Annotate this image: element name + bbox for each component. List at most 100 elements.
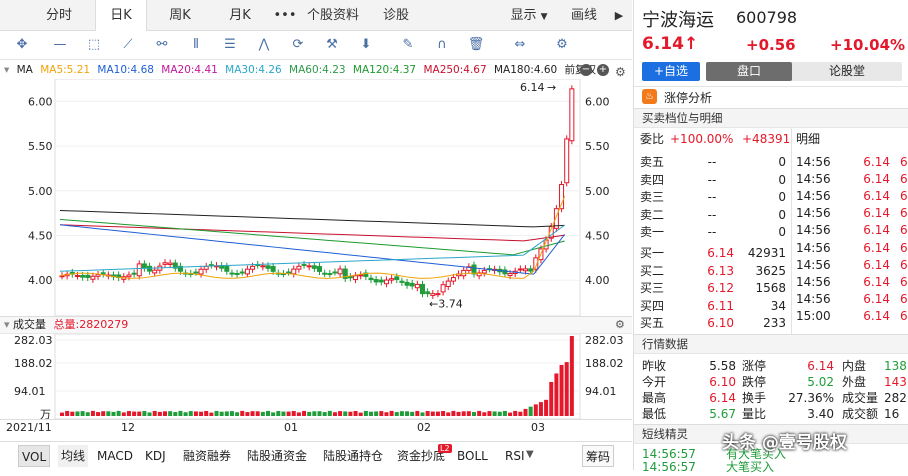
chevron-down-icon[interactable]: ▼ <box>526 449 534 460</box>
short-time: 14:56:57 <box>642 460 696 474</box>
vol-tick-right: 282.03 <box>585 334 624 347</box>
quote-value: 16 <box>884 407 900 421</box>
channel-tool-icon[interactable]: ☰ <box>220 36 240 54</box>
cycle-tool-icon[interactable]: ⟳ <box>288 36 308 54</box>
legend-triangle-icon[interactable]: ▾ <box>4 64 9 76</box>
pen-icon[interactable]: ✎ <box>398 36 418 54</box>
volume-bar <box>461 411 466 416</box>
tab-kdj[interactable]: KDJ <box>142 445 169 467</box>
volume-bar <box>199 411 204 416</box>
tick-price: 6.14 <box>863 274 890 289</box>
candle <box>291 268 297 275</box>
candle <box>296 265 302 270</box>
volume-plot-area <box>54 334 581 419</box>
tab-vol[interactable]: VOL <box>18 445 51 467</box>
tab-left-edge <box>0 0 8 31</box>
ma60-value: MA60:4.23 <box>289 64 346 76</box>
volume-bar <box>209 412 214 416</box>
tab-hk-holding[interactable]: 陆股通持仓 <box>320 445 386 467</box>
tick-volume: 6 <box>900 223 908 238</box>
volume-bar <box>235 412 240 416</box>
line-tool-icon[interactable]: — <box>50 36 70 54</box>
arrow-down-icon[interactable]: ⬇ <box>356 36 376 54</box>
volume-bar <box>358 412 363 416</box>
quote-label: 最高 <box>642 391 667 405</box>
volume-bar <box>544 399 549 416</box>
volume-bar <box>369 411 373 416</box>
zoom-out-icon[interactable]: − <box>580 64 592 76</box>
tab-luntang[interactable]: 论股堂 <box>792 62 902 81</box>
panel-switch: 盘口 论股堂 <box>706 62 902 81</box>
ma120-value: MA120:4.37 <box>352 64 417 76</box>
sell-price: -- <box>707 172 717 187</box>
tab-boll[interactable]: BOLL <box>454 445 491 467</box>
tab-fenshi[interactable]: 分时 <box>34 0 84 31</box>
tab-stock-profile[interactable]: 个股资料 <box>300 0 366 31</box>
tab-ma-toggle[interactable]: 均线 <box>58 445 89 467</box>
measure-tool-icon[interactable]: ⚒ <box>322 36 342 54</box>
ma10-value: MA10:4.68 <box>97 64 154 76</box>
stock-code: 600798 <box>736 8 798 27</box>
tab-weekly-k[interactable]: 周K <box>155 0 205 31</box>
zoom-in-icon[interactable]: + <box>597 64 609 76</box>
tick-time: 14:56 <box>796 257 831 272</box>
candle <box>425 291 431 295</box>
tab-diagnose[interactable]: 诊股 <box>366 0 426 31</box>
volume-chart[interactable]: 282.03 282.03 188.02 188.02 94.01 94.01 万 <box>0 334 632 419</box>
fan-tool-icon[interactable]: ⟋ <box>118 36 138 54</box>
tab-pankou[interactable]: 盘口 <box>706 62 792 81</box>
rect-tool-icon[interactable]: ⬚ <box>84 36 104 54</box>
indicator-tab-bar: VOL 均线 MACD KDJ 融资融券 陆股通资金 陆股通持仓 资金抄底 L2… <box>0 441 632 470</box>
volume-triangle-icon[interactable]: ▾ <box>4 318 10 331</box>
candle <box>193 271 199 274</box>
tick-time: 14:56 <box>796 240 831 255</box>
volume-settings-icon[interactable]: ⚙ <box>615 317 625 333</box>
candle <box>430 293 436 296</box>
tab-daily-k[interactable]: 日K <box>95 0 147 31</box>
tab-margin[interactable]: 融资融券 <box>180 445 234 467</box>
volume-bar <box>75 411 80 416</box>
settings-gear-icon[interactable]: ⚙ <box>552 36 572 54</box>
sell-price: -- <box>707 225 717 239</box>
tick-price: 6.14 <box>863 206 890 221</box>
quote-label: 昨收 <box>642 359 667 373</box>
limit-up-analysis[interactable]: ♨ 涨停分析 <box>634 86 908 106</box>
candle <box>265 265 271 269</box>
quote-value: 6.10 <box>709 375 736 389</box>
tab-macd[interactable]: MACD <box>94 445 136 467</box>
expand-icon[interactable]: ⇔ <box>510 36 530 54</box>
tab-monthly-k[interactable]: 月K <box>215 0 265 31</box>
magnet-icon[interactable]: ∩ <box>432 36 452 54</box>
draw-line-button[interactable]: 画线 <box>562 0 606 31</box>
volume-bar <box>286 411 291 416</box>
more-periods-button[interactable]: ••• <box>268 0 302 31</box>
trash-icon[interactable]: 🗑 <box>466 36 486 54</box>
chart-settings-icon[interactable]: ⚙ <box>615 63 626 79</box>
display-menu[interactable]: 显示 ▼ <box>498 0 560 31</box>
ma5-value: MA5:5.21 <box>40 64 91 76</box>
price-up-arrow-icon: ↑ <box>683 34 699 54</box>
volume-bar <box>229 411 234 416</box>
fib-tool-icon[interactable]: ⫴ <box>186 36 206 54</box>
kline-chart[interactable]: 6.00 6.00 5.50 5.50 5.00 5.00 4.50 4.50 4.00 4.00… <box>0 79 632 316</box>
volume-bar <box>508 412 513 416</box>
candle <box>85 274 91 278</box>
tab-rsi[interactable]: RSI <box>502 445 528 467</box>
crosshair-icon[interactable]: ✥ <box>12 36 32 54</box>
node-tool-icon[interactable]: ⚯ <box>152 36 172 54</box>
volume-bar <box>245 412 250 416</box>
vol-tick-left: 94.01 <box>14 385 46 398</box>
date-label-feb: 02 <box>417 421 431 434</box>
volume-bar <box>70 411 75 416</box>
add-watchlist-button[interactable]: +自选 <box>642 62 700 81</box>
collapse-icon[interactable]: ▶ <box>608 0 630 31</box>
volume-label: 成交量 <box>13 318 47 331</box>
chip-distribution-button[interactable]: 筹码 <box>582 445 615 467</box>
volume-bar <box>302 410 307 416</box>
tab-hk-flow[interactable]: 陆股通资金 <box>244 445 310 467</box>
candle <box>368 277 374 281</box>
volume-bar <box>307 411 312 416</box>
wave-tool-icon[interactable]: ⋀ <box>254 36 274 54</box>
sell-volume: 0 <box>778 190 786 204</box>
tick-price: 6.14 <box>863 189 890 204</box>
